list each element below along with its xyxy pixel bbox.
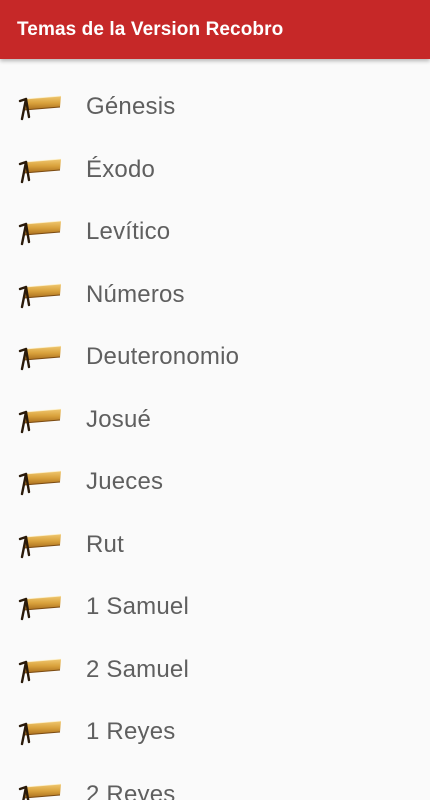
book-name: Deuteronomio (86, 343, 240, 371)
book-list-item[interactable]: Génesis (0, 76, 430, 139)
bible-book-icon (18, 283, 62, 308)
book-name: Números (86, 280, 185, 308)
bible-book-icon (18, 158, 62, 183)
book-list-item[interactable]: Jueces (0, 451, 430, 514)
book-name: Jueces (86, 468, 164, 496)
app-bar: Temas de la Version Recobro (0, 0, 430, 59)
book-list-item[interactable]: 2 Reyes (0, 764, 430, 800)
book-name: Éxodo (86, 155, 156, 183)
book-name: 1 Reyes (86, 718, 176, 746)
bible-book-icon (18, 720, 62, 746)
book-list-item[interactable]: Josué (0, 389, 430, 452)
book-name: Josué (86, 405, 152, 433)
bible-book-icon (18, 95, 62, 121)
bible-book-icon (18, 408, 62, 433)
book-list-item[interactable]: Levítico (0, 201, 430, 264)
book-name: 2 Samuel (86, 655, 189, 683)
bible-book-icon (18, 658, 62, 683)
book-list-item[interactable]: Deuteronomio (0, 326, 430, 389)
book-name: Levítico (86, 218, 171, 246)
book-name: 2 Reyes (86, 780, 176, 800)
book-name: 1 Samuel (86, 593, 189, 621)
bible-book-icon (18, 533, 62, 558)
book-name: Génesis (86, 93, 176, 121)
app-title: Temas de la Version Recobro (17, 18, 284, 40)
bible-book-icon (18, 220, 62, 246)
book-list[interactable]: Génesis Éxodo Levítico Números Deuterono… (0, 59, 430, 800)
book-list-item[interactable]: 1 Reyes (0, 701, 430, 764)
book-list-item[interactable]: Números (0, 264, 430, 327)
book-list-item[interactable]: Éxodo (0, 139, 430, 202)
bible-book-icon (18, 345, 62, 371)
book-list-item[interactable]: Rut (0, 514, 430, 577)
book-list-item[interactable]: 2 Samuel (0, 639, 430, 702)
book-list-item[interactable]: 1 Samuel (0, 576, 430, 639)
bible-book-icon (18, 595, 62, 621)
book-name: Rut (86, 530, 124, 558)
bible-book-icon (18, 470, 62, 496)
bible-book-icon (18, 783, 62, 800)
